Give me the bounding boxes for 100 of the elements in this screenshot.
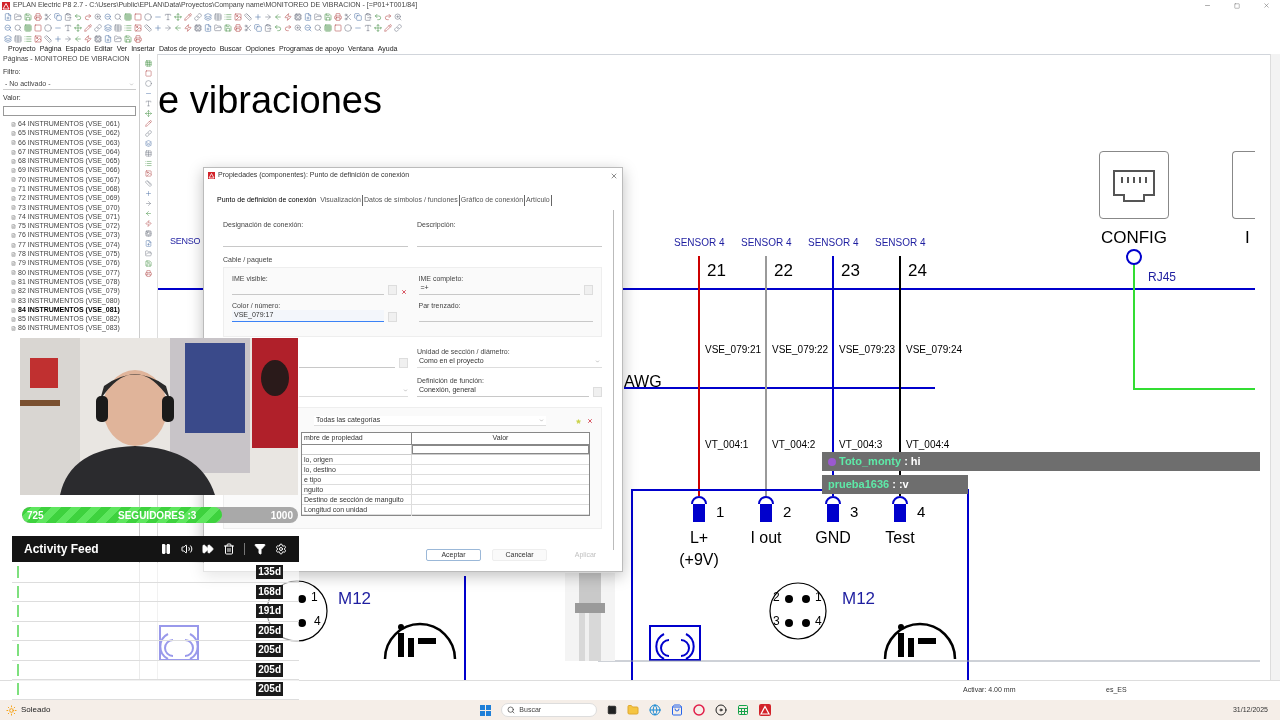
- square-icon[interactable]: [34, 23, 42, 32]
- zoom-out-icon[interactable]: [104, 12, 112, 21]
- arrow-left-icon[interactable]: [145, 210, 152, 217]
- copy-icon[interactable]: [354, 12, 362, 21]
- chip-icon[interactable]: [294, 12, 302, 21]
- printer-icon[interactable]: [134, 34, 142, 43]
- globe-icon[interactable]: [649, 704, 662, 716]
- browse-button[interactable]: [399, 358, 408, 368]
- square-icon[interactable]: [334, 23, 342, 32]
- delete-icon[interactable]: [400, 289, 407, 295]
- new-file-icon[interactable]: [304, 12, 312, 21]
- pencil-icon[interactable]: [184, 12, 192, 21]
- save-icon[interactable]: [24, 12, 32, 21]
- arrow-left-icon[interactable]: [74, 34, 82, 43]
- table-icon[interactable]: [214, 12, 222, 21]
- arrow-right-icon[interactable]: [64, 34, 72, 43]
- new-file-icon[interactable]: [204, 23, 212, 32]
- table-icon[interactable]: [14, 34, 22, 43]
- grid-icon[interactable]: [324, 23, 332, 32]
- redo-icon[interactable]: [284, 23, 292, 32]
- link-icon[interactable]: [194, 12, 202, 21]
- text-icon[interactable]: [145, 100, 152, 107]
- chip-icon[interactable]: [145, 230, 152, 237]
- link-icon[interactable]: [394, 23, 402, 32]
- lightning-icon[interactable]: [284, 12, 292, 21]
- folder-icon[interactable]: [145, 250, 152, 257]
- folder-icon[interactable]: [14, 12, 22, 21]
- search-icon[interactable]: [314, 23, 322, 32]
- layers-icon[interactable]: [4, 34, 12, 43]
- search-icon[interactable]: [114, 12, 122, 21]
- save-icon[interactable]: [324, 12, 332, 21]
- chip-icon[interactable]: [94, 34, 102, 43]
- printer-icon[interactable]: [234, 23, 242, 32]
- pencil-icon[interactable]: [84, 23, 92, 32]
- ruler-icon[interactable]: [244, 12, 252, 21]
- zoom-out-icon[interactable]: [4, 23, 12, 32]
- minimize-icon[interactable]: [1204, 2, 1211, 9]
- plus-icon[interactable]: [145, 190, 152, 197]
- table-cell[interactable]: [412, 445, 589, 454]
- scissors-icon[interactable]: [344, 12, 352, 21]
- folder-icon[interactable]: [114, 34, 122, 43]
- copy-icon[interactable]: [54, 12, 62, 21]
- arrow-right-icon[interactable]: [264, 12, 272, 21]
- lightning-icon[interactable]: [145, 220, 152, 227]
- undo-icon[interactable]: [274, 23, 282, 32]
- image-icon[interactable]: [145, 170, 152, 177]
- browse-button[interactable]: [584, 285, 593, 295]
- link-icon[interactable]: [145, 130, 152, 137]
- printer-icon[interactable]: [34, 12, 42, 21]
- redo-icon[interactable]: [384, 12, 392, 21]
- filter-icon[interactable]: [254, 543, 266, 555]
- plus-icon[interactable]: [154, 23, 162, 32]
- ruler-icon[interactable]: [145, 180, 152, 187]
- layers-icon[interactable]: [104, 23, 112, 32]
- spreadsheet-icon[interactable]: [737, 704, 750, 716]
- delete-icon[interactable]: [587, 418, 593, 424]
- circle-icon[interactable]: [44, 23, 52, 32]
- settings-icon[interactable]: [275, 543, 287, 555]
- list-icon[interactable]: [24, 34, 32, 43]
- undo-icon[interactable]: [74, 12, 82, 21]
- table-icon[interactable]: [114, 23, 122, 32]
- image-icon[interactable]: [134, 23, 142, 32]
- square-icon[interactable]: [134, 12, 142, 21]
- move-icon[interactable]: [174, 12, 182, 21]
- circle-icon[interactable]: [145, 80, 152, 87]
- trash-icon[interactable]: [223, 543, 235, 555]
- list-icon[interactable]: [224, 12, 232, 21]
- move-icon[interactable]: [145, 110, 152, 117]
- grid-icon[interactable]: [24, 23, 32, 32]
- printer-icon[interactable]: [145, 270, 152, 277]
- zoom-out-icon[interactable]: [304, 23, 312, 32]
- paste-icon[interactable]: [64, 12, 72, 21]
- folder-icon[interactable]: [627, 704, 640, 716]
- new-file-icon[interactable]: [104, 34, 112, 43]
- printer-icon[interactable]: [334, 12, 342, 21]
- ruler-icon[interactable]: [144, 23, 152, 32]
- folder-icon[interactable]: [314, 12, 322, 21]
- shopping-bag-icon[interactable]: [671, 704, 684, 716]
- layers-icon[interactable]: [145, 140, 152, 147]
- new-file-icon[interactable]: [4, 12, 12, 21]
- value-field[interactable]: [3, 105, 136, 116]
- paste-icon[interactable]: [264, 23, 272, 32]
- text-icon[interactable]: [364, 23, 372, 32]
- move-icon[interactable]: [374, 23, 382, 32]
- volume-icon[interactable]: [181, 543, 193, 555]
- move-icon[interactable]: [74, 23, 82, 32]
- image-icon[interactable]: [234, 12, 242, 21]
- browse-button[interactable]: [593, 387, 602, 397]
- arrow-left-icon[interactable]: [274, 12, 282, 21]
- line-icon[interactable]: [145, 90, 152, 97]
- save-icon[interactable]: [145, 260, 152, 267]
- scissors-icon[interactable]: [44, 12, 52, 21]
- arrow-left-icon[interactable]: [174, 23, 182, 32]
- zoom-in-icon[interactable]: [394, 12, 402, 21]
- paste-icon[interactable]: [364, 12, 372, 21]
- grid-icon[interactable]: [145, 60, 152, 67]
- circle-icon[interactable]: [144, 12, 152, 21]
- undo-icon[interactable]: [374, 12, 382, 21]
- task-view-icon[interactable]: [607, 705, 618, 715]
- folder-icon[interactable]: [214, 23, 222, 32]
